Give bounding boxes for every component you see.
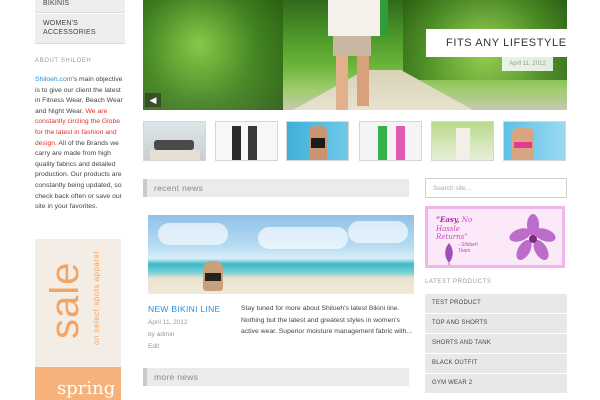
sale-subtitle: on select spots apparel [92, 251, 101, 345]
image-bikini [205, 273, 221, 281]
product-label: TEST PRODUCT [432, 300, 481, 306]
section-accent [143, 179, 147, 197]
page: BIKINIS WOMEN'S ACCESSORIES ABOUT SHILOE… [0, 0, 600, 400]
hero-trees-left [143, 0, 283, 110]
image-cloud [258, 227, 348, 249]
image-cloud [158, 223, 228, 245]
ad-line-1: “Easy, [436, 215, 460, 224]
more-news-header: more news [143, 368, 409, 386]
thumb-figure [150, 150, 200, 160]
nav-item-label: WOMEN'S ACCESSORIES [43, 20, 96, 36]
thumb-figure [232, 126, 241, 160]
thumb-figure [456, 128, 470, 160]
hero-caption: FITS ANY LIFESTYLE [426, 29, 567, 57]
arrow-left-icon[interactable]: ◀ [145, 93, 161, 107]
product-label: GYM WEAR 2 [432, 380, 473, 386]
product-item[interactable]: TOP AND SHORTS [425, 314, 567, 333]
returns-ad-banner[interactable]: “Easy, No Hassle Returns” - Shiloeh Team [425, 206, 565, 268]
sale-word: sale [43, 261, 87, 339]
product-item[interactable]: TEST PRODUCT [425, 294, 567, 313]
hero-caption-title: FITS ANY LIFESTYLE [446, 37, 567, 49]
flower-icon [509, 214, 556, 260]
ad-signature: - Shiloeh Team [458, 242, 478, 254]
nav-item-label: BIKINIS [43, 0, 70, 7]
news-post-edit-link[interactable]: Edit [148, 343, 159, 350]
thumbnail-4[interactable] [359, 121, 422, 161]
hero-date: April 11, 2012 [502, 57, 553, 71]
about-text-part-2: All of the Brands we carry are made from… [35, 139, 122, 211]
recent-news-header: recent news [143, 179, 409, 197]
spring-word: spring [57, 378, 116, 399]
image-cloud [348, 221, 408, 243]
latest-products-heading: LATEST PRODUCTS [425, 279, 492, 285]
news-post-title[interactable]: NEW BIKINI LINE [148, 304, 221, 314]
thumbnail-6[interactable] [503, 121, 566, 161]
thumb-figure [154, 140, 194, 150]
nav-item-womens-accessories[interactable]: WOMEN'S ACCESSORIES [35, 14, 125, 44]
about-text: Shiloeh.com's main objective is to give … [35, 75, 127, 213]
ad-text: “Easy, No Hassle Returns” [436, 215, 496, 242]
left-sidebar: BIKINIS WOMEN'S ACCESSORIES ABOUT SHILOE… [0, 0, 126, 400]
product-label: SHORTS AND TANK [432, 340, 492, 346]
product-item[interactable]: SHORTS AND TANK [425, 334, 567, 353]
news-post-author: by admin [148, 331, 175, 338]
news-post-date: April 11, 2012 [148, 319, 188, 326]
small-flower-icon [445, 243, 453, 265]
thumbnail-5[interactable] [431, 121, 494, 161]
product-item[interactable]: BLACK OUTFIT [425, 354, 567, 373]
slider-thumbnails [143, 121, 567, 161]
hero-runner-shorts [333, 36, 371, 56]
product-label: TOP AND SHORTS [432, 320, 488, 326]
nav-item-bikinis[interactable]: BIKINIS [35, 0, 125, 13]
about-heading: ABOUT SHILOEH [35, 58, 92, 64]
search-input[interactable] [425, 178, 567, 198]
news-post-excerpt: Stay tuned for more about Shiloeh's late… [241, 305, 413, 336]
thumb-figure [311, 138, 325, 148]
thumb-figure [248, 126, 257, 160]
product-item[interactable]: GYM WEAR 2 [425, 374, 567, 393]
ad-line-2: Returns” [436, 233, 468, 241]
hero-runner-leg [357, 56, 369, 106]
hero-runner-leg [336, 56, 348, 110]
sale-banner[interactable]: sale on select spots apparel spring [35, 239, 121, 400]
news-post-image[interactable] [148, 215, 414, 294]
spring-band: spring [35, 367, 121, 400]
thumbnail-3[interactable] [286, 121, 349, 161]
thumb-figure [514, 142, 532, 148]
product-label: BLACK OUTFIT [432, 360, 478, 366]
thumb-figure [396, 126, 405, 160]
thumbnail-1[interactable] [143, 121, 206, 161]
hero-runner-top [328, 0, 388, 36]
more-news-heading: more news [154, 372, 199, 382]
section-accent [143, 368, 147, 386]
brand-link[interactable]: Shiloeh.com [35, 76, 72, 83]
thumb-figure [378, 126, 387, 160]
thumbnail-2[interactable] [215, 121, 278, 161]
recent-news-heading: recent news [154, 183, 204, 193]
